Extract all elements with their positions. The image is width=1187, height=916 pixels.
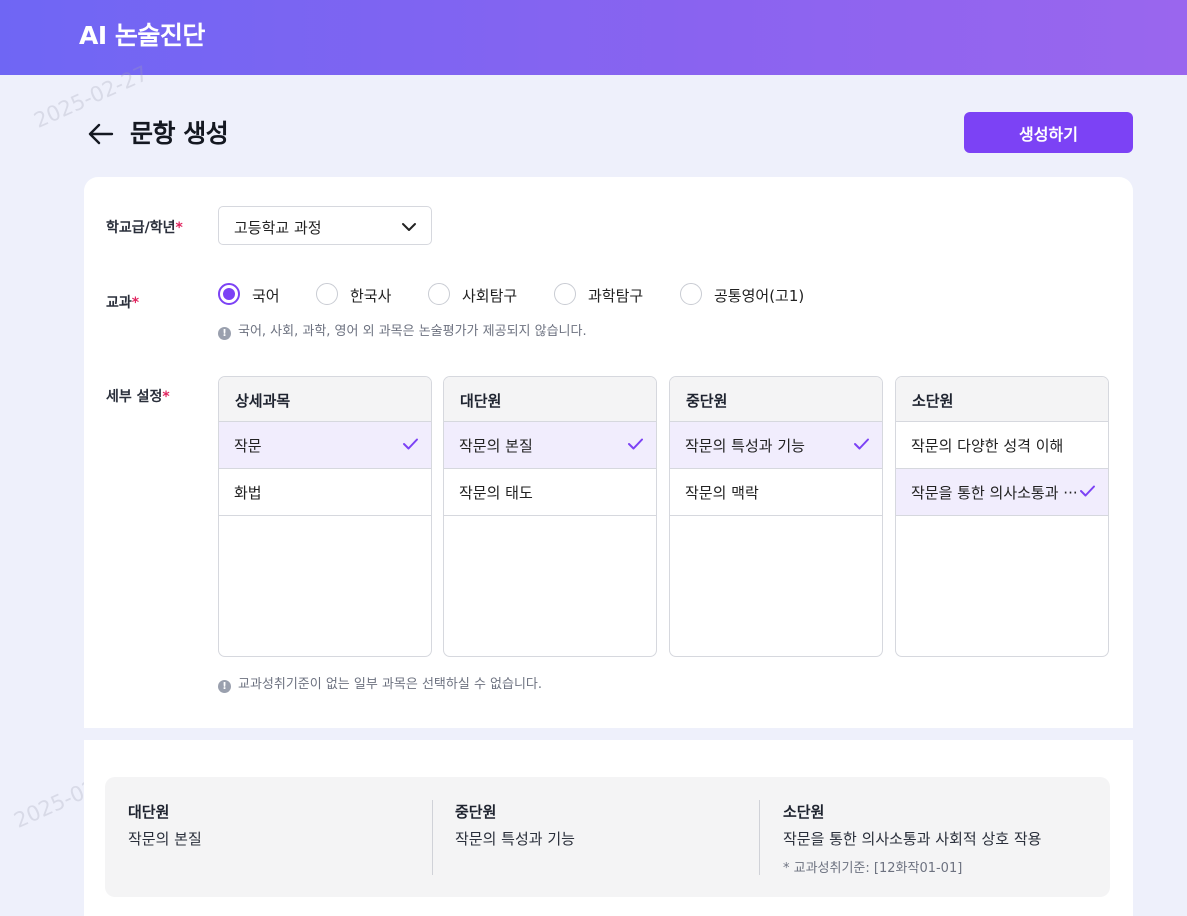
info-icon: ! — [218, 327, 231, 340]
divider — [759, 800, 760, 875]
list-item[interactable]: 작문의 태도 — [444, 469, 656, 516]
summary-title: 소단원 — [783, 803, 825, 821]
required-mark: * — [162, 389, 170, 405]
radio-label: 공통영어(고1) — [714, 287, 805, 305]
list-item[interactable]: 작문의 본질 — [444, 422, 656, 469]
list-item[interactable]: 작문을 통한 의사소통과 ··· — [896, 469, 1108, 516]
radio-label: 한국사 — [350, 287, 392, 305]
radio-circle — [316, 283, 338, 305]
chevron-down-icon — [401, 219, 417, 233]
generate-button[interactable]: 생성하기 — [964, 112, 1133, 153]
column-minor-unit: 소단원 작문의 다양한 성격 이해 작문을 통한 의사소통과 ··· — [895, 376, 1109, 657]
required-mark: * — [175, 220, 183, 236]
list-item-label: 작문을 통한 의사소통과 ··· — [911, 484, 1078, 502]
required-mark: * — [131, 295, 140, 311]
check-icon — [628, 438, 643, 450]
check-icon — [1080, 485, 1095, 497]
subject-note: ! 국어, 사회, 과학, 영어 외 과목은 논술평가가 제공되지 않습니다. — [218, 320, 587, 340]
list-item[interactable]: 작문의 특성과 기능 — [670, 422, 882, 469]
detail-label: 세부 설정* — [106, 386, 170, 406]
column-header: 상세과목 — [219, 377, 431, 422]
grade-label: 학교급/학년* — [106, 217, 183, 237]
summary-value: 작문을 통한 의사소통과 사회적 상호 작용 — [783, 830, 1042, 848]
list-item[interactable]: 화법 — [219, 469, 431, 516]
check-icon — [403, 438, 418, 450]
page-title: 문항 생성 — [130, 119, 229, 148]
radio-circle — [554, 283, 576, 305]
column-header: 소단원 — [896, 377, 1108, 422]
list-item-label: 작문 — [234, 437, 262, 455]
app-header: AI 논술진단 — [0, 0, 1187, 75]
radio-label: 사회탐구 — [462, 287, 518, 305]
summary-title: 대단원 — [128, 803, 170, 821]
summary-value: 작문의 본질 — [128, 830, 202, 848]
check-icon — [854, 438, 869, 450]
back-arrow-icon[interactable] — [86, 119, 116, 149]
subject-label: 교과* — [106, 292, 139, 312]
list-item-label: 작문의 본질 — [459, 437, 533, 455]
column-major-unit: 대단원 작문의 본질 작문의 태도 — [443, 376, 657, 657]
list-item[interactable]: 작문의 맥락 — [670, 469, 882, 516]
list-item-label: 작문의 특성과 기능 — [685, 437, 805, 455]
detail-note: ! 교과성취기준이 없는 일부 과목은 선택하실 수 없습니다. — [218, 673, 542, 693]
radio-circle — [218, 283, 240, 305]
list-item-label: 작문의 맥락 — [685, 484, 759, 502]
radio-circle — [428, 283, 450, 305]
settings-card: 학교급/학년* 고등학교 과정 교과* 국어 한국사 사회탐구 과학탐구 공통영… — [84, 177, 1133, 728]
achievement-standard: * 교과성취기준: [12화작01-01] — [783, 861, 963, 876]
grade-label-text: 학교급/학년 — [106, 220, 176, 236]
subject-label-text: 교과 — [106, 295, 132, 311]
selection-summary: 대단원 작문의 본질 중단원 작문의 특성과 기능 소단원 작문을 통한 의사소… — [105, 777, 1110, 897]
list-item-label: 작문의 태도 — [459, 484, 533, 502]
summary-value: 작문의 특성과 기능 — [455, 830, 575, 848]
list-item[interactable]: 작문 — [219, 422, 431, 469]
grade-select-value: 고등학교 과정 — [234, 219, 322, 237]
column-middle-unit: 중단원 작문의 특성과 기능 작문의 맥락 — [669, 376, 883, 657]
info-icon: ! — [218, 680, 231, 693]
list-item[interactable]: 작문의 다양한 성격 이해 — [896, 422, 1108, 469]
detail-note-text: 교과성취기준이 없는 일부 과목은 선택하실 수 없습니다. — [238, 677, 543, 692]
list-item-label: 화법 — [234, 484, 262, 502]
subject-note-text: 국어, 사회, 과학, 영어 외 과목은 논술평가가 제공되지 않습니다. — [238, 324, 587, 339]
grade-select[interactable]: 고등학교 과정 — [218, 206, 432, 245]
subject-radio-group: 국어 한국사 사회탐구 과학탐구 공통영어(고1) — [218, 283, 978, 307]
summary-card: 대단원 작문의 본질 중단원 작문의 특성과 기능 소단원 작문을 통한 의사소… — [84, 740, 1133, 916]
column-subject-detail: 상세과목 작문 화법 — [218, 376, 432, 657]
column-header: 대단원 — [444, 377, 656, 422]
divider — [432, 800, 433, 875]
column-header: 중단원 — [670, 377, 882, 422]
summary-title: 중단원 — [455, 803, 497, 821]
app-title: AI 논술진단 — [79, 21, 205, 50]
page-heading: 문항 생성 생성하기 — [84, 112, 1133, 154]
radio-label: 국어 — [252, 287, 280, 305]
detail-label-text: 세부 설정 — [106, 389, 163, 405]
list-item-label: 작문의 다양한 성격 이해 — [911, 437, 1064, 455]
radio-circle — [680, 283, 702, 305]
radio-label: 과학탐구 — [588, 287, 644, 305]
